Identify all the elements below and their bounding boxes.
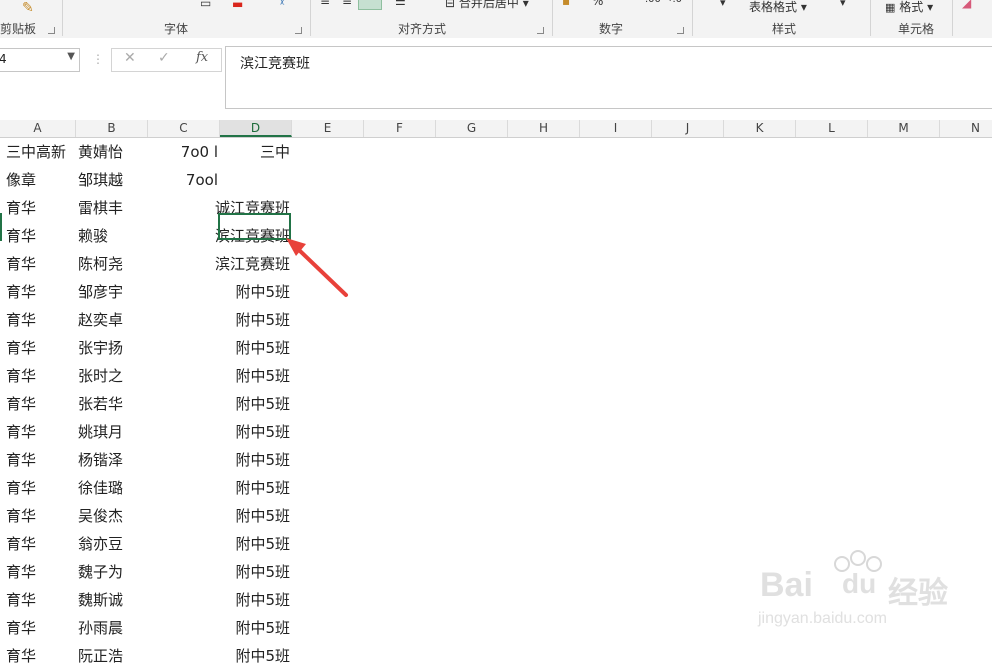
formula-bar: 4 ▼ ⋮ ✕ ✓ fx 滨江竞赛班 bbox=[0, 38, 992, 120]
table-format-label: 表格格式 bbox=[749, 0, 798, 14]
decimal-icon[interactable]: .00 →.0 bbox=[645, 0, 682, 5]
more-icon: ⋮ bbox=[92, 52, 104, 66]
styles-group-label: 样式 bbox=[772, 22, 797, 36]
number-dialog-launcher[interactable] bbox=[677, 27, 684, 34]
group-divider bbox=[952, 0, 953, 36]
chevron-down-icon[interactable]: ▼ bbox=[67, 51, 75, 62]
percent-button[interactable]: % bbox=[592, 0, 603, 8]
cancel-icon[interactable]: ✕ bbox=[124, 50, 136, 66]
watermark-brand: Bai bbox=[760, 566, 813, 604]
merge-center-button[interactable]: ⊟ 合并后居中 ▾ bbox=[445, 0, 529, 11]
font-group-label: 字体 bbox=[164, 22, 189, 36]
formula-input[interactable]: 滨江竞赛班 bbox=[225, 46, 992, 109]
border-icon[interactable]: ▭ bbox=[200, 0, 211, 10]
insert-function-button[interactable]: fx bbox=[196, 50, 208, 65]
alignment-dialog-launcher[interactable] bbox=[537, 27, 544, 34]
watermark-brand-du: du bbox=[842, 568, 877, 599]
format-painter-icon[interactable]: ✎ bbox=[22, 0, 34, 16]
alignment-group-label: 对齐方式 bbox=[398, 22, 447, 36]
font-dialog-launcher[interactable] bbox=[295, 27, 302, 34]
watermark-url: jingyan.baidu.com bbox=[758, 610, 887, 627]
group-divider bbox=[692, 0, 693, 36]
group-divider bbox=[62, 0, 63, 36]
font-color-icon[interactable]: ▬ bbox=[232, 0, 243, 11]
indent-icon[interactable]: ☰ bbox=[395, 0, 406, 8]
number-group-label: 数字 bbox=[599, 22, 624, 36]
ribbon: ✎ 剪贴板 ▭ ▬ ᵡ 字体 ≡ ≡ ☰ ⊟ 合并后居中 ▾ 对齐方式 ▪ % … bbox=[0, 0, 992, 39]
format-label: 格式 bbox=[899, 0, 924, 14]
enter-icon[interactable]: ✓ bbox=[158, 50, 170, 66]
cells-group-label: 单元格 bbox=[898, 22, 935, 36]
group-divider bbox=[870, 0, 871, 36]
cell-styles-dropdown-icon[interactable]: ▾ bbox=[840, 0, 846, 9]
group-divider bbox=[310, 0, 311, 36]
formula-content: 滨江竞赛班 bbox=[240, 56, 310, 72]
format-grid-icon: ▦ bbox=[885, 1, 896, 14]
name-box-value: 4 bbox=[0, 52, 7, 66]
format-button[interactable]: ▦ 格式 ▾ bbox=[885, 0, 933, 15]
currency-icon[interactable]: ▪ bbox=[562, 0, 570, 8]
align-center-icon[interactable]: ≡ bbox=[342, 0, 352, 8]
phonetic-icon[interactable]: ᵡ bbox=[280, 0, 284, 10]
name-box[interactable]: 4 ▼ bbox=[0, 48, 80, 72]
clipboard-dialog-launcher[interactable] bbox=[48, 27, 55, 34]
clipboard-group-label: 剪贴板 bbox=[0, 22, 37, 36]
group-divider bbox=[552, 0, 553, 36]
eraser-icon[interactable]: ◢ bbox=[962, 0, 971, 10]
merge-label: 合并后居中 bbox=[458, 0, 519, 10]
format-as-table-button[interactable]: 表格格式 ▾ bbox=[749, 0, 807, 15]
dropdown-arrow-icon[interactable]: ▾ bbox=[720, 0, 726, 9]
watermark-product: 经验 bbox=[888, 576, 948, 611]
baidu-watermark: Bai du 经验 jingyan.baidu.com bbox=[758, 540, 988, 640]
align-left-icon[interactable]: ≡ bbox=[320, 0, 330, 8]
align-right-button[interactable] bbox=[358, 0, 382, 10]
